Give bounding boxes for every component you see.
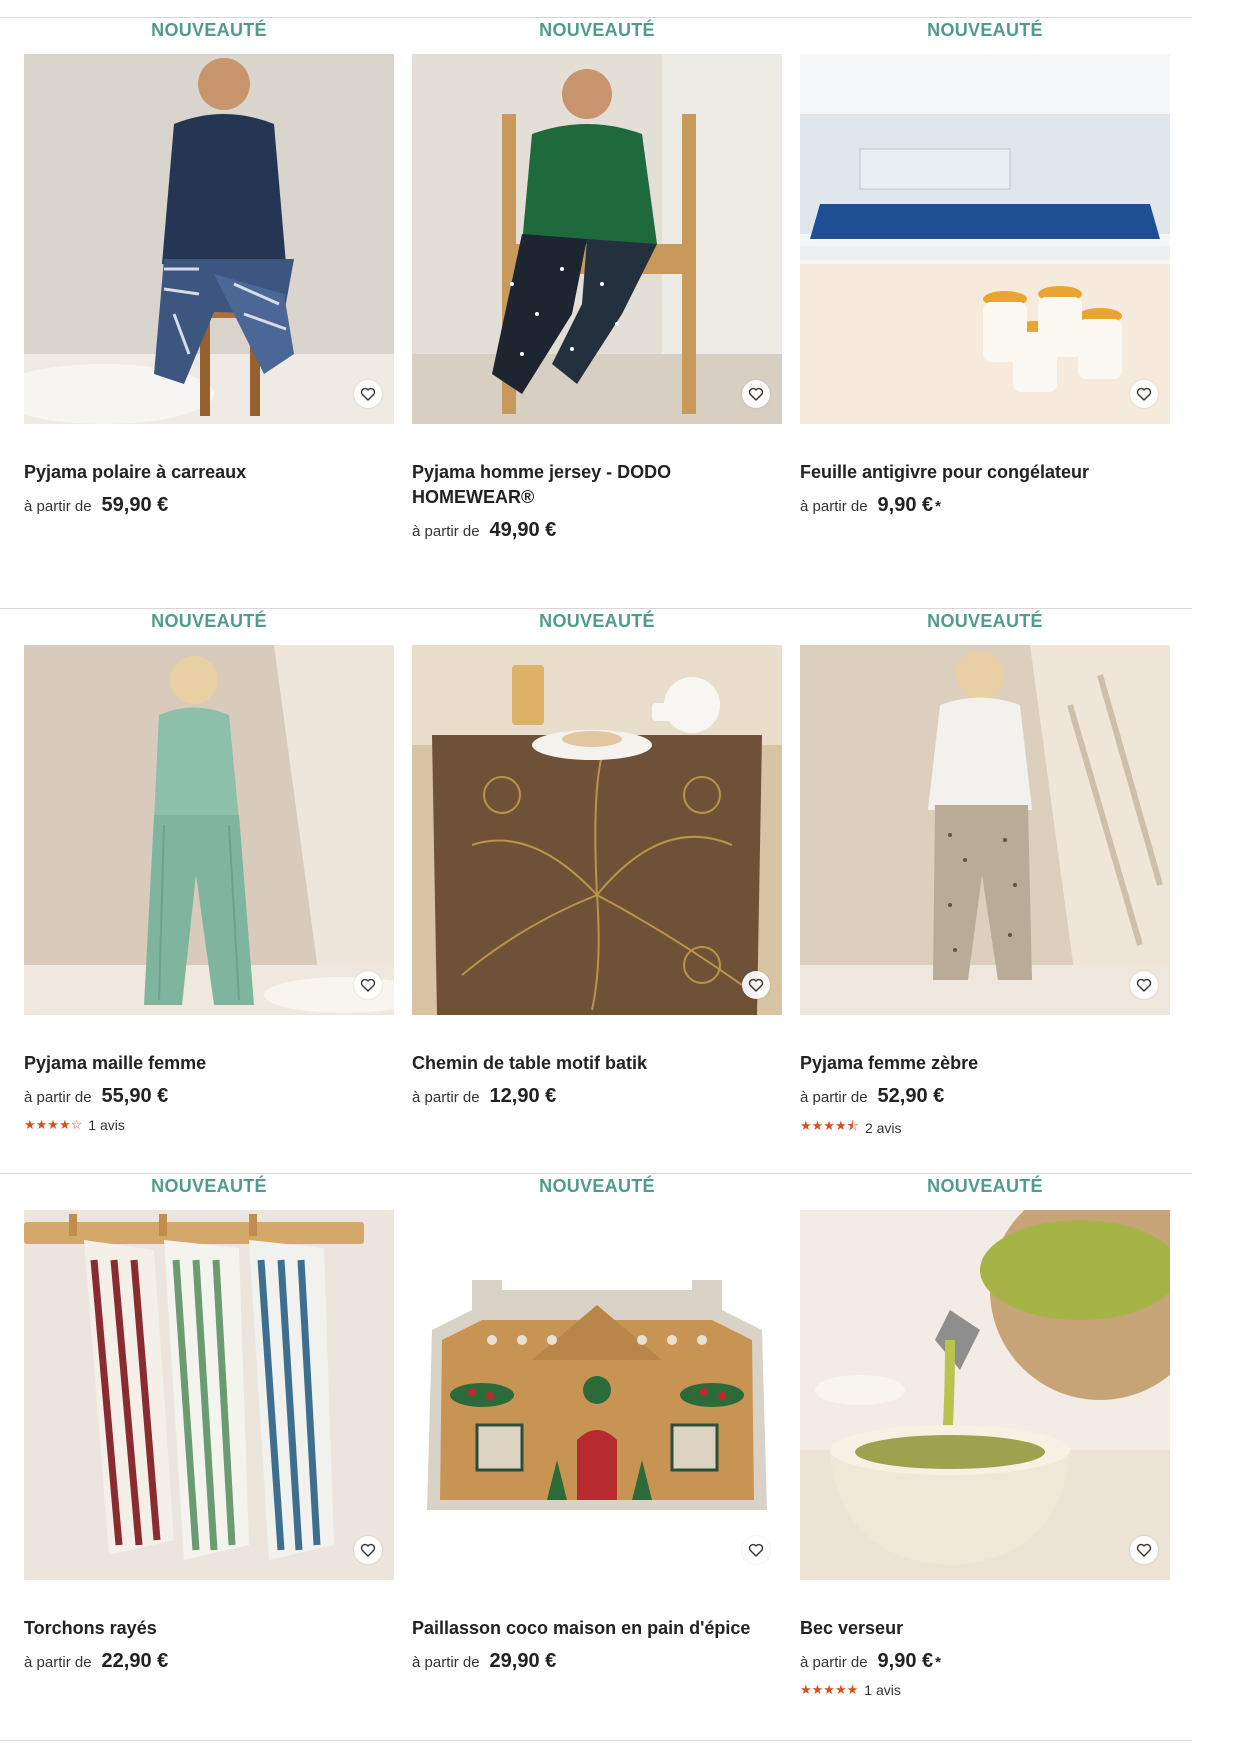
price-prefix: à partir de — [24, 1089, 92, 1106]
product-name[interactable]: Paillasson coco maison en pain d'épice — [412, 1616, 782, 1641]
product-photo-pyjama-polaire — [24, 54, 394, 424]
product-price: 52,90 € — [877, 1085, 945, 1107]
favorite-button[interactable] — [1130, 971, 1158, 999]
product-rating[interactable]: ★★★★⯪ 2 avis — [800, 1117, 1170, 1139]
price-line: à partir de 52,90 € — [800, 1085, 1170, 1108]
heart-icon — [1136, 1543, 1152, 1557]
price-prefix: à partir de — [412, 1654, 480, 1671]
price-prefix: à partir de — [24, 498, 92, 515]
product-price: 59,90 € — [101, 494, 169, 516]
price-prefix: à partir de — [800, 498, 868, 515]
new-badge: NOUVEAUTÉ — [927, 611, 1043, 631]
new-badge: NOUVEAUTÉ — [539, 1176, 655, 1196]
product-price: 9,90 € — [877, 494, 934, 516]
product-image[interactable] — [412, 1210, 782, 1580]
favorite-button[interactable] — [354, 971, 382, 999]
heart-icon — [360, 1543, 376, 1557]
review-count[interactable]: 2 avis — [865, 1120, 902, 1136]
product-photo-feuille-antigivre — [800, 54, 1170, 424]
heart-icon — [1136, 978, 1152, 992]
product-image[interactable] — [412, 645, 782, 1015]
product-price: 9,90 € — [877, 1650, 934, 1672]
price-line: à partir de 9,90 € * — [800, 1650, 1170, 1673]
row-divider — [0, 608, 1192, 609]
product-photo-torchons — [24, 1210, 394, 1580]
heart-icon — [1136, 387, 1152, 401]
price-line: à partir de 9,90 € * — [800, 494, 1170, 517]
product-price: 55,90 € — [101, 1085, 169, 1107]
favorite-button[interactable] — [742, 380, 770, 408]
price-line: à partir de 12,90 € — [412, 1085, 782, 1108]
favorite-button[interactable] — [742, 1536, 770, 1564]
product-price: 12,90 € — [489, 1085, 557, 1107]
star-icon: ★★★★⯪ — [800, 1118, 859, 1133]
row-divider — [0, 1173, 1192, 1174]
price-prefix: à partir de — [800, 1089, 868, 1106]
row-divider — [0, 17, 1192, 18]
heart-icon — [748, 978, 764, 992]
product-name[interactable]: Pyjama homme jersey - DODO HOMEWEAR® — [412, 460, 782, 510]
product-image[interactable] — [412, 54, 782, 424]
favorite-button[interactable] — [1130, 1536, 1158, 1564]
product-photo-paillasson — [412, 1210, 782, 1580]
product-name[interactable]: Bec verseur — [800, 1616, 1170, 1641]
heart-icon — [748, 1543, 764, 1557]
star-icon: ★★★★☆ — [24, 1117, 83, 1132]
price-line: à partir de 22,90 € — [24, 1650, 394, 1673]
favorite-button[interactable] — [354, 1536, 382, 1564]
heart-icon — [748, 387, 764, 401]
price-line: à partir de 59,90 € — [24, 494, 394, 517]
product-price: 29,90 € — [489, 1650, 557, 1672]
product-image[interactable] — [800, 54, 1170, 424]
product-image[interactable] — [24, 645, 394, 1015]
price-line: à partir de 29,90 € — [412, 1650, 782, 1673]
new-badge: NOUVEAUTÉ — [151, 611, 267, 631]
new-badge: NOUVEAUTÉ — [927, 20, 1043, 40]
product-name[interactable]: Feuille antigivre pour congélateur — [800, 460, 1170, 485]
price-line: à partir de 49,90 € — [412, 519, 782, 542]
new-badge: NOUVEAUTÉ — [539, 611, 655, 631]
product-photo-chemin-de-table — [412, 645, 782, 1015]
new-badge: NOUVEAUTÉ — [151, 1176, 267, 1196]
product-name[interactable]: Pyjama femme zèbre — [800, 1051, 1170, 1076]
favorite-button[interactable] — [1130, 380, 1158, 408]
price-footnote-marker: * — [935, 498, 941, 515]
favorite-button[interactable] — [742, 971, 770, 999]
heart-icon — [360, 978, 376, 992]
price-prefix: à partir de — [412, 1089, 480, 1106]
product-name[interactable]: Chemin de table motif batik — [412, 1051, 782, 1076]
price-prefix: à partir de — [412, 523, 480, 540]
product-photo-pyjama-zebre — [800, 645, 1170, 1015]
favorite-button[interactable] — [354, 380, 382, 408]
product-rating[interactable]: ★★★★★ 1 avis — [800, 1682, 1170, 1698]
review-count[interactable]: 1 avis — [864, 1682, 901, 1698]
product-name[interactable]: Pyjama maille femme — [24, 1051, 394, 1076]
product-photo-bec-verseur — [800, 1210, 1170, 1580]
new-badge: NOUVEAUTÉ — [151, 20, 267, 40]
new-badge: NOUVEAUTÉ — [539, 20, 655, 40]
product-image[interactable] — [800, 645, 1170, 1015]
price-prefix: à partir de — [24, 1654, 92, 1671]
product-image[interactable] — [24, 1210, 394, 1580]
product-name[interactable]: Torchons rayés — [24, 1616, 394, 1641]
product-rating[interactable]: ★★★★☆ 1 avis — [24, 1117, 394, 1133]
review-count[interactable]: 1 avis — [88, 1117, 125, 1133]
product-image[interactable] — [800, 1210, 1170, 1580]
product-price: 49,90 € — [489, 519, 557, 541]
row-divider — [0, 1740, 1192, 1741]
price-prefix: à partir de — [800, 1654, 868, 1671]
product-photo-pyjama-maille — [24, 645, 394, 1015]
product-price: 22,90 € — [101, 1650, 169, 1672]
product-name[interactable]: Pyjama polaire à carreaux — [24, 460, 394, 485]
price-line: à partir de 55,90 € — [24, 1085, 394, 1108]
heart-icon — [360, 387, 376, 401]
new-badge: NOUVEAUTÉ — [927, 1176, 1043, 1196]
product-photo-pyjama-homme — [412, 54, 782, 424]
star-icon: ★★★★★ — [800, 1682, 859, 1697]
product-image[interactable] — [24, 54, 394, 424]
price-footnote-marker: * — [935, 1654, 941, 1671]
